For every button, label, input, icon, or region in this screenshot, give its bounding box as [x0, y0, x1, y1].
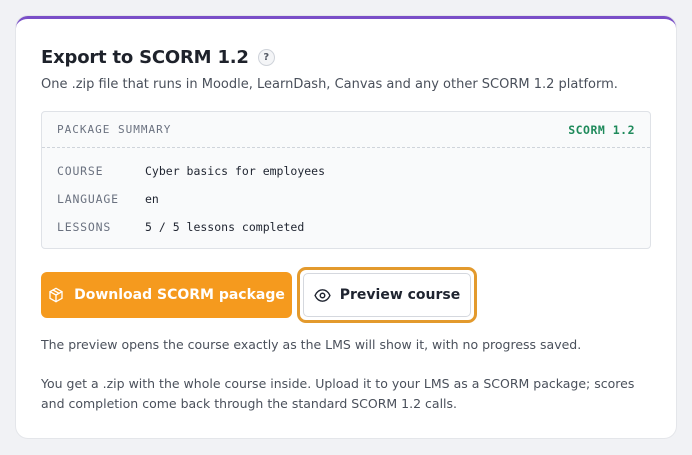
- package-summary-body: COURSE Cyber basics for employees LANGUA…: [42, 148, 650, 241]
- package-icon: [48, 287, 64, 303]
- summary-value: en: [145, 192, 159, 206]
- help-icon[interactable]: ?: [257, 48, 275, 66]
- summary-key: COURSE: [57, 164, 104, 178]
- package-summary: PACKAGE SUMMARY SCORM 1.2 COURSE Cyber b…: [41, 111, 651, 249]
- summary-row-language: LANGUAGE en: [57, 185, 635, 213]
- export-card: Export to SCORM 1.2 ? One .zip file that…: [16, 16, 676, 438]
- summary-key: LESSONS: [57, 220, 112, 234]
- upload-note: You get a .zip with the whole course ins…: [41, 376, 635, 411]
- download-scorm-label: Download SCORM package: [74, 287, 285, 303]
- summary-value: Cyber basics for employees: [145, 164, 326, 178]
- download-scorm-button[interactable]: Download SCORM package: [41, 272, 292, 318]
- summary-value: 5 / 5 lessons completed: [145, 220, 305, 234]
- summary-row-course: COURSE Cyber basics for employees: [57, 157, 635, 185]
- preview-note: The preview opens the course exactly as …: [41, 337, 582, 352]
- page-title: Export to SCORM 1.2: [41, 46, 249, 68]
- summary-key: LANGUAGE: [57, 192, 119, 206]
- scorm-version-badge: SCORM 1.2: [568, 122, 635, 137]
- eye-icon: [314, 287, 331, 304]
- preview-course-button[interactable]: Preview course: [303, 273, 471, 317]
- action-row: Download SCORM package Preview course: [41, 267, 651, 323]
- summary-row-lessons: LESSONS 5 / 5 lessons completed: [57, 213, 635, 241]
- package-summary-header: PACKAGE SUMMARY SCORM 1.2: [42, 112, 650, 148]
- subtitle: One .zip file that runs in Moodle, Learn…: [41, 77, 618, 92]
- preview-course-label: Preview course: [339, 287, 461, 303]
- package-summary-heading: PACKAGE SUMMARY: [57, 123, 172, 136]
- title-row: Export to SCORM 1.2 ?: [41, 44, 651, 70]
- preview-focus-ring: Preview course: [297, 267, 477, 323]
